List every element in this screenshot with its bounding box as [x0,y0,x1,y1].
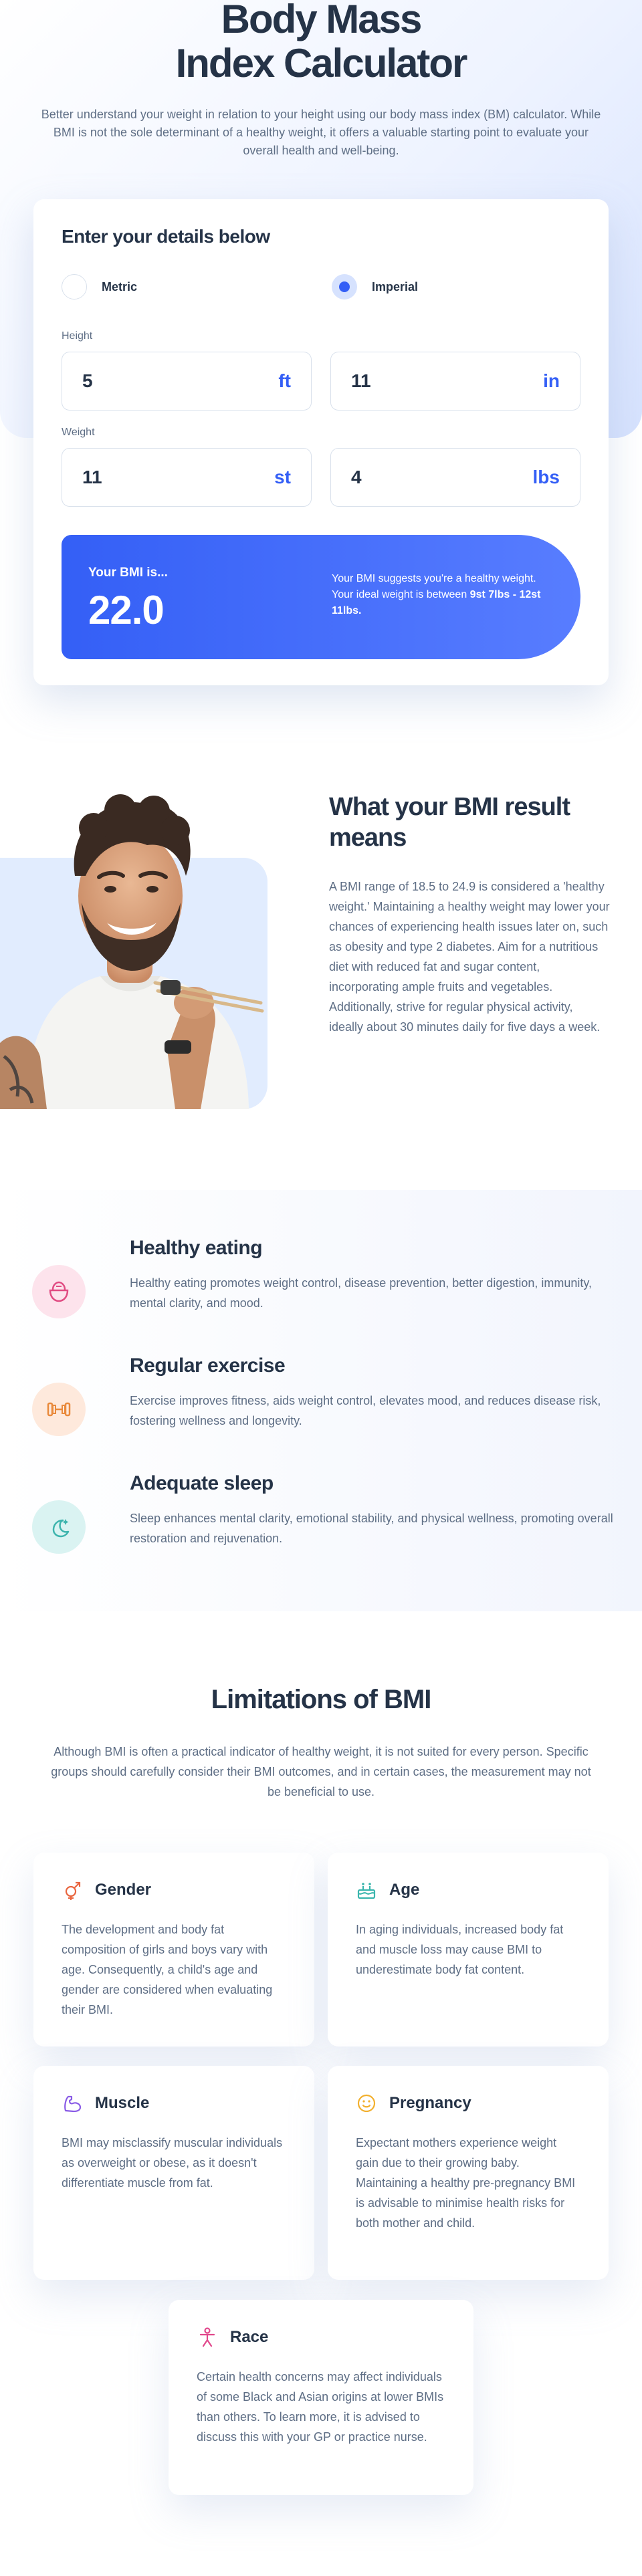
meaning-body: A BMI range of 18.5 to 24.9 is considere… [329,880,610,1034]
limitation-title: Gender [95,1881,152,1899]
limitation-card-muscle: Muscle BMI may misclassify muscular indi… [33,2066,314,2280]
limitation-card-header: Pregnancy [356,2093,471,2114]
limitation-title: Pregnancy [389,2094,471,2112]
limitation-card-race: Race Certain health concerns may affect … [169,2300,473,2495]
limitation-card-pregnancy: Pregnancy Expectant mothers experience w… [328,2066,609,2280]
limitation-body: Expectant mothers experience weight gain… [356,2136,576,2230]
radio-indicator-metric[interactable] [62,274,87,300]
limitation-body: BMI may misclassify muscular individuals… [62,2136,283,2190]
bicep-icon [64,2095,82,2113]
height-in-input[interactable]: 11 in [330,352,580,411]
tip-body: Sleep enhances mental clarity, emotional… [130,1512,613,1545]
limitation-body: Certain health concerns may affect indiv… [197,2370,444,2444]
hero-intro: Better understand your weight in relatio… [41,108,601,157]
moon-icon [32,1500,86,1554]
calculator-heading: Enter your details below [62,226,270,247]
person-icon [199,2327,215,2347]
limitation-card-header: Gender [62,1879,151,1901]
imperial-radio[interactable]: Imperial [332,274,418,300]
page-title-line1: Body Mass [221,0,423,41]
tip-body: Healthy eating promotes weight control, … [130,1276,593,1310]
page-title-line2: Index Calculator [175,41,468,86]
limitation-card-header: Race [197,2327,268,2348]
tip-title: Healthy eating [130,1237,263,1259]
weight-st-unit: st [274,467,291,487]
bmi-result-panel: Your BMI is... 22.0 Your BMI suggests yo… [62,535,580,659]
meaning-title: What your BMI result means [329,793,570,852]
bmi-result-summary: Your BMI suggests you're a healthy weigh… [332,571,546,619]
metric-radio-label: Metric [102,279,138,294]
limitation-title: Muscle [95,2094,150,2112]
tip-title: Regular exercise [130,1355,286,1377]
cake-icon [357,1883,376,1899]
height-ft-unit: ft [278,370,291,391]
bowl-icon [32,1265,86,1318]
weight-lbs-value[interactable]: 4 [351,467,362,488]
bmi-result-value: 22.0 [88,588,165,632]
limitations-intro: Although BMI is often a practical indica… [51,1745,591,1798]
page-title: Body Mass Index Calculator [0,0,642,86]
tip-title: Adequate sleep [130,1472,274,1494]
limitation-card-header: Muscle [62,2093,149,2114]
height-ft-value[interactable]: 5 [82,370,93,392]
metric-radio[interactable]: Metric [62,274,137,300]
height-in-unit: in [543,370,560,391]
radio-indicator-imperial[interactable] [332,274,357,300]
bmi-calculator-card: Enter your details below Metric Imperial… [33,199,609,685]
bmi-result-caption: Your BMI is... [88,566,168,580]
imperial-radio-label: Imperial [372,279,419,294]
weight-st-value[interactable]: 11 [82,467,102,488]
limitation-body: The development and body fat composition… [62,1923,273,2016]
height-label: Height [62,330,93,342]
limitation-title: Age [389,1881,420,1899]
gender-icon [65,1881,81,1900]
smiling-man-photo [0,776,268,1109]
limitation-card-gender: Gender The development and body fat comp… [33,1853,314,2046]
limitation-card-header: Age [356,1879,419,1901]
weight-lbs-unit: lbs [532,467,560,487]
limitation-body: In aging individuals, increased body fat… [356,1923,564,1976]
limitations-title: Limitations of BMI [211,1685,432,1714]
height-in-value[interactable]: 11 [351,370,371,392]
height-ft-input[interactable]: 5 ft [62,352,312,411]
limitation-card-age: Age In aging individuals, increased body… [328,1853,609,2046]
weight-st-input[interactable]: 11 st [62,448,312,507]
limitation-title: Race [230,2328,269,2346]
weight-lbs-input[interactable]: 4 lbs [330,448,580,507]
tip-body: Exercise improves fitness, aids weight c… [130,1394,601,1427]
weight-label: Weight [62,427,95,438]
dumbbell-icon [32,1383,86,1436]
smile-icon [357,2094,376,2113]
